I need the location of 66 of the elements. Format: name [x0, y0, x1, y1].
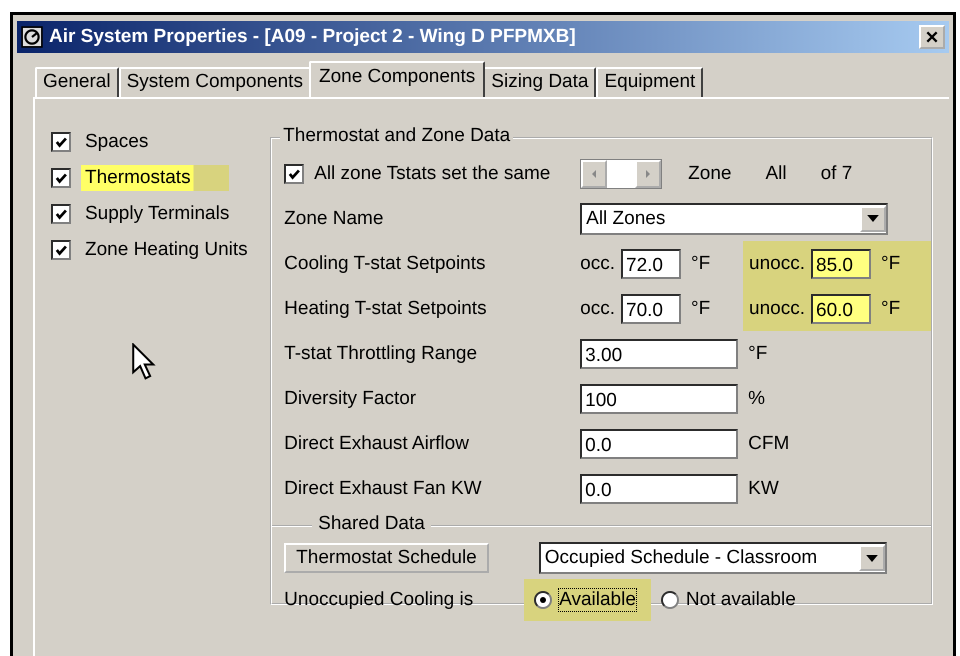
field-label: Diversity Factor: [284, 388, 418, 410]
unit-label: %: [748, 388, 766, 410]
input-field[interactable]: 0.0: [580, 428, 738, 458]
checkbox[interactable]: [51, 132, 71, 152]
check-icon: [54, 207, 68, 221]
schedule-button[interactable]: Thermostat Schedule: [284, 543, 489, 573]
unoccupied-label: unocc.: [749, 298, 805, 320]
radio-option[interactable]: Not available: [650, 579, 811, 621]
tab[interactable]: System Components: [118, 67, 311, 97]
tab[interactable]: General: [35, 67, 119, 97]
check-icon: [54, 243, 68, 257]
occupied-label: occ.: [580, 252, 616, 274]
unit-label: CFM: [748, 432, 790, 454]
checkbox[interactable]: [51, 204, 71, 224]
close-button[interactable]: [919, 25, 945, 49]
checkbox[interactable]: [51, 168, 71, 188]
unit-label: °F: [691, 298, 712, 320]
tab[interactable]: Equipment: [596, 67, 704, 97]
radio-button[interactable]: [660, 591, 679, 609]
window-title: Air System Properties - [A09 - Project 2 - Wing D PFPMXB]: [49, 26, 577, 48]
input-field[interactable]: 72.0: [621, 248, 682, 278]
unit-label: °F: [691, 252, 712, 274]
unit-label: °F: [748, 342, 768, 364]
unit-label: KW: [748, 478, 780, 500]
checkbox-label: All zone Tstats set the same: [314, 162, 550, 184]
unoccupied-label: unocc.: [749, 252, 805, 274]
zone-count: of 7: [820, 162, 852, 184]
radio-button[interactable]: [534, 591, 552, 609]
field-label: Direct Exhaust Airflow: [284, 432, 470, 454]
zone-value: All: [765, 162, 787, 184]
radio-option[interactable]: Available: [524, 579, 651, 621]
check-icon: [54, 135, 68, 149]
unit-label: °F: [881, 252, 902, 274]
input-field[interactable]: 100: [580, 384, 738, 414]
input-field[interactable]: 0.0: [580, 474, 738, 504]
radio-label: Available: [558, 588, 637, 612]
radio-label: Not available: [684, 588, 797, 612]
scroll-thumb[interactable]: [607, 160, 636, 188]
field-label: Heating T-stat Setpoints: [284, 298, 488, 320]
zone-name-dropdown[interactable]: All Zones: [580, 202, 888, 234]
field-label: T-stat Throttling Range: [284, 342, 478, 364]
schedule-dropdown[interactable]: Occupied Schedule - Classroom: [538, 542, 887, 574]
checkbox-label: Zone Heating Units: [84, 238, 249, 262]
input-field[interactable]: 3.00: [580, 338, 738, 368]
field-label: Unoccupied Cooling is: [284, 589, 474, 611]
checkbox-label: Thermostats: [81, 165, 229, 191]
checkbox[interactable]: [51, 240, 71, 260]
checkbox-label: Spaces: [84, 130, 150, 154]
check-icon: [54, 171, 68, 185]
tab[interactable]: Zone Components: [308, 61, 486, 97]
check-icon: [287, 166, 302, 180]
field-label: Cooling T-stat Setpoints: [284, 252, 487, 274]
input-field[interactable]: 60.0: [811, 294, 871, 324]
unit-label: °F: [881, 298, 902, 320]
occupied-label: occ.: [580, 298, 616, 320]
app-icon: [21, 26, 43, 48]
field-label: Zone Name: [284, 208, 384, 230]
tab[interactable]: Sizing Data: [483, 67, 596, 97]
input-field[interactable]: 85.0: [811, 248, 871, 278]
field-label: Direct Exhaust Fan KW: [284, 478, 483, 500]
zone-label: Zone: [688, 162, 732, 184]
checkbox[interactable]: [284, 164, 304, 184]
close-icon: [925, 30, 939, 44]
scroll-bar[interactable]: [580, 158, 662, 188]
input-field[interactable]: 70.0: [621, 294, 682, 324]
checkbox-label: Supply Terminals: [84, 202, 230, 226]
